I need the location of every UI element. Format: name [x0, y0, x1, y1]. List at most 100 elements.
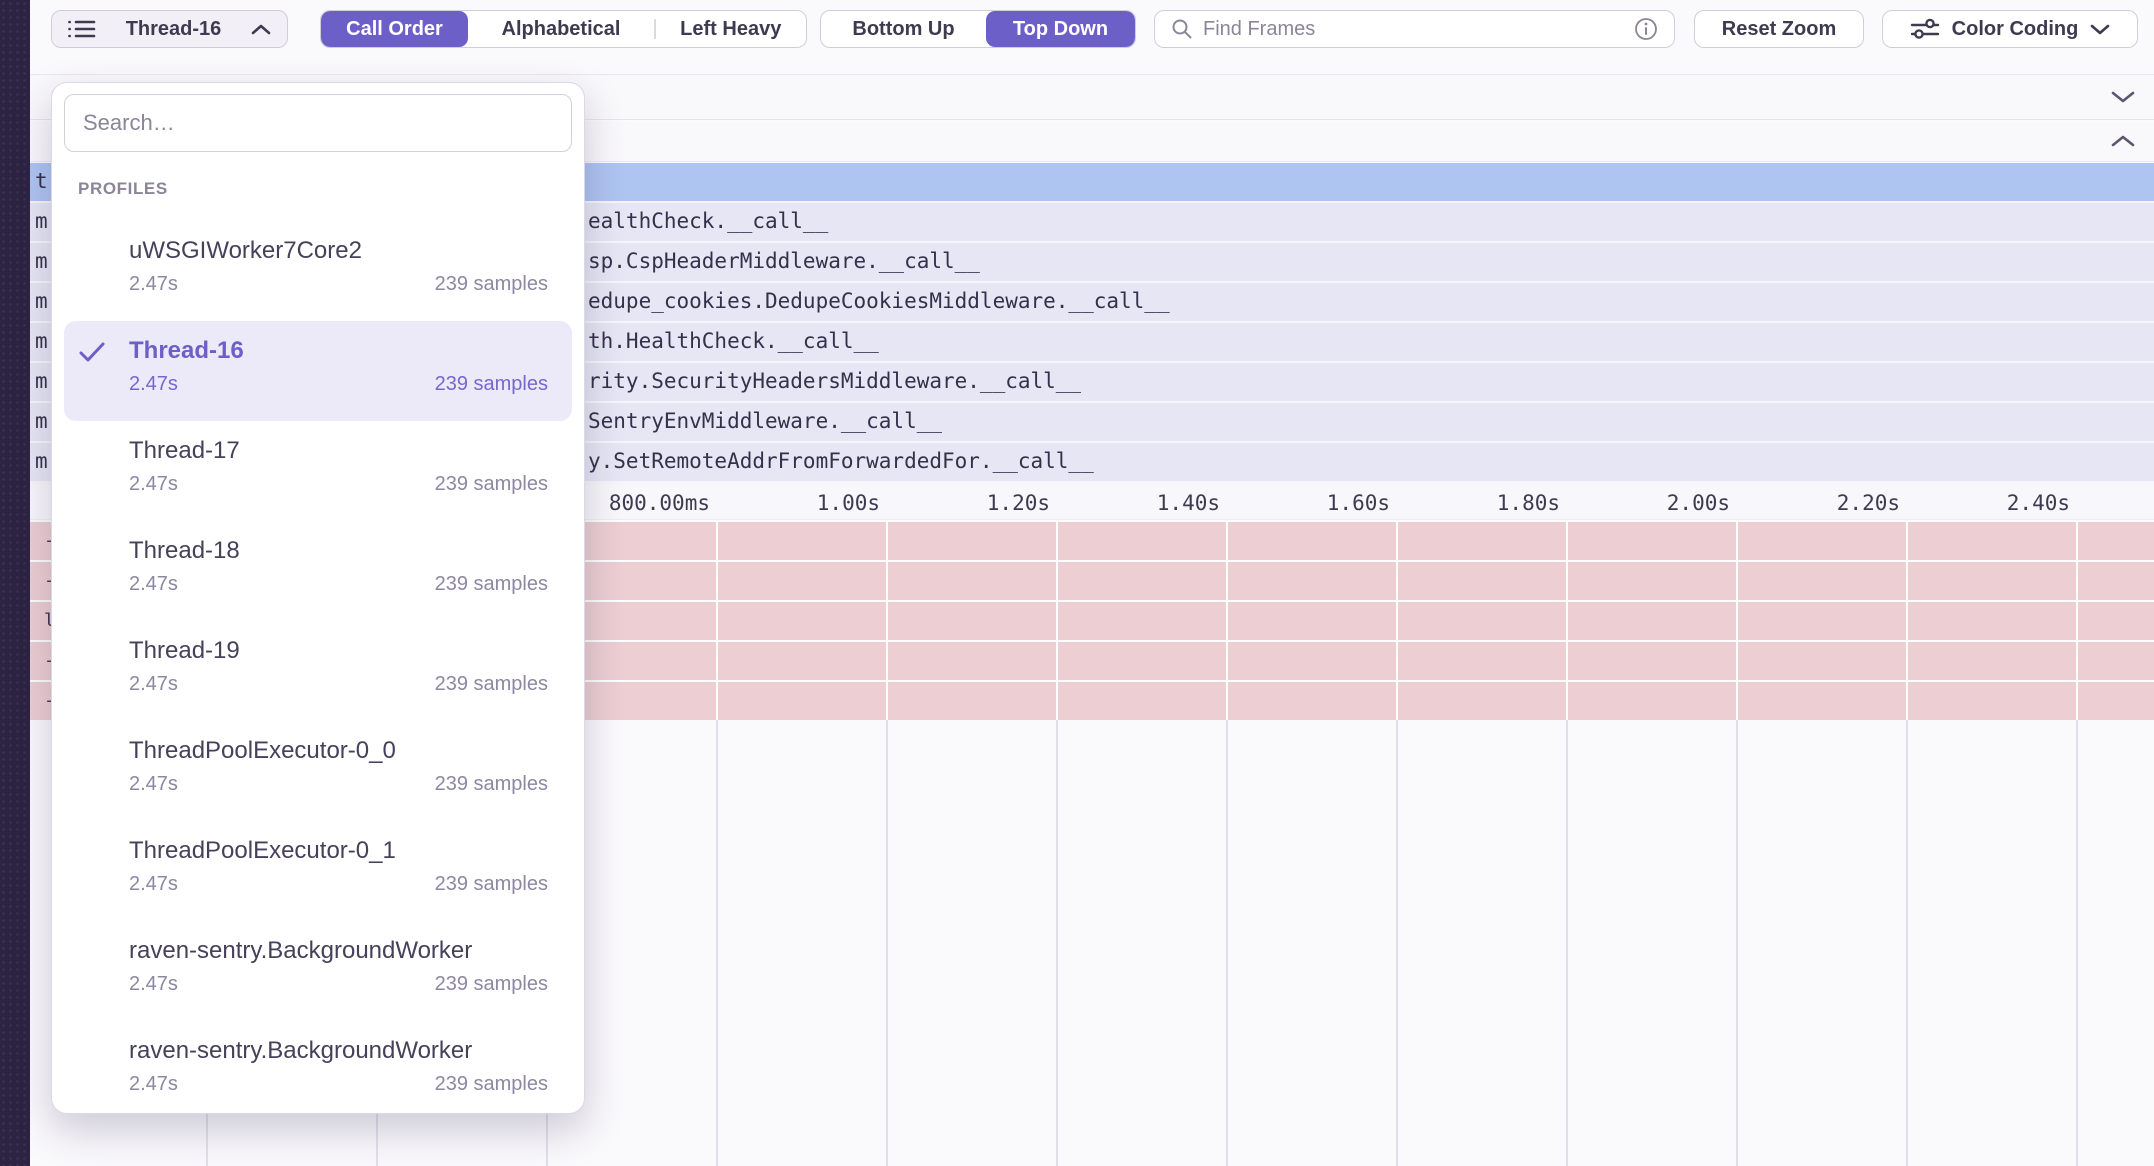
profile-item[interactable]: ThreadPoolExecutor-0_1 2.47s 239 samples — [52, 821, 584, 921]
profiles-search-input[interactable] — [64, 94, 572, 152]
collapse-chevron-up-icon[interactable] — [2110, 134, 2136, 148]
profile-item[interactable]: raven-sentry.BackgroundWorker 2.47s 239 … — [52, 1021, 584, 1114]
profile-samples: 239 samples — [435, 773, 548, 796]
find-frames-input[interactable] — [1201, 17, 1626, 42]
direction-bottom-up-button[interactable]: Bottom Up — [821, 11, 986, 47]
profile-item[interactable]: Thread-17 2.47s 239 samples — [52, 421, 584, 521]
profile-name: raven-sentry.BackgroundWorker — [129, 937, 548, 965]
frame-label: sp.CspHeaderMiddleware.__call__ — [588, 249, 980, 273]
profile-name: Thread-18 — [129, 537, 548, 565]
profile-duration: 2.47s — [129, 673, 178, 696]
chevron-down-icon — [2090, 24, 2110, 35]
frame-label: ealthCheck.__call__ — [588, 209, 828, 233]
gridline — [1566, 720, 1568, 1166]
gridline — [1056, 720, 1058, 1166]
profile-item[interactable]: ThreadPoolExecutor-0_0 2.47s 239 samples — [52, 721, 584, 821]
sort-order-group: Call Order Alphabetical Left Heavy — [320, 10, 807, 48]
profile-samples: 239 samples — [435, 573, 548, 596]
profile-name: Thread-19 — [129, 637, 548, 665]
profile-duration: 2.47s — [129, 773, 178, 796]
profiles-dropdown: PROFILES uWSGIWorker7Core2 2.47s 239 sam… — [51, 82, 585, 1114]
profile-item[interactable]: Thread-18 2.47s 239 samples — [52, 521, 584, 621]
profile-duration: 2.47s — [129, 573, 178, 596]
profile-duration: 2.47s — [129, 473, 178, 496]
sort-left-heavy-button[interactable]: Left Heavy — [656, 11, 807, 47]
profile-samples: 239 samples — [435, 873, 548, 896]
profile-item[interactable]: raven-sentry.BackgroundWorker 2.47s 239 … — [52, 921, 584, 1021]
frame-text-fragment: m — [35, 329, 48, 353]
gridline — [1226, 720, 1228, 1166]
profile-samples: 239 samples — [435, 373, 548, 396]
profile-duration: 2.47s — [129, 373, 178, 396]
profile-item[interactable]: Thread-19 2.47s 239 samples — [52, 621, 584, 721]
profile-name: ThreadPoolExecutor-0_0 — [129, 737, 548, 765]
color-coding-label: Color Coding — [1952, 18, 2079, 41]
gridline — [1906, 520, 1908, 720]
profile-samples: 239 samples — [435, 473, 548, 496]
profile-duration: 2.47s — [129, 1073, 178, 1096]
toolbar: Thread-16 Call Order Alphabetical Left H… — [30, 0, 2154, 75]
profile-samples: 239 samples — [435, 973, 548, 996]
direction-group: Bottom Up Top Down — [820, 10, 1136, 48]
gridline — [886, 720, 888, 1166]
list-icon — [68, 17, 96, 41]
gridline — [716, 520, 718, 720]
sort-alphabetical-button[interactable]: Alphabetical — [468, 11, 654, 47]
profile-duration: 2.47s — [129, 973, 178, 996]
axis-tick-label: 1.20s — [987, 491, 1050, 515]
profile-name: ThreadPoolExecutor-0_1 — [129, 837, 548, 865]
sort-call-order-button[interactable]: Call Order — [321, 11, 468, 47]
gridline — [2076, 520, 2078, 720]
thread-selector-label: Thread-16 — [126, 18, 222, 41]
profile-name: uWSGIWorker7Core2 — [129, 237, 548, 265]
gridline — [1056, 520, 1058, 720]
frame-label: SentryEnvMiddleware.__call__ — [588, 409, 942, 433]
gridline — [2076, 720, 2078, 1166]
profile-duration: 2.47s — [129, 273, 178, 296]
axis-tick-label: 1.80s — [1497, 491, 1560, 515]
reset-zoom-button[interactable]: Reset Zoom — [1694, 10, 1864, 48]
axis-tick-label: 800.00ms — [609, 491, 710, 515]
axis-tick-label: 1.00s — [817, 491, 880, 515]
profile-name: Thread-16 — [129, 337, 548, 365]
profile-name: raven-sentry.BackgroundWorker — [129, 1037, 548, 1065]
frame-text-fragment: m — [35, 209, 48, 233]
gridline — [1396, 520, 1398, 720]
collapse-chevron-down-icon[interactable] — [2110, 90, 2136, 104]
gridline — [1226, 520, 1228, 720]
search-icon — [1171, 18, 1193, 40]
gridline — [1566, 520, 1568, 720]
info-icon[interactable] — [1634, 17, 1658, 41]
sliders-icon — [1910, 18, 1940, 40]
direction-top-down-button[interactable]: Top Down — [986, 11, 1135, 47]
color-coding-button[interactable]: Color Coding — [1882, 10, 2138, 48]
frame-label: edupe_cookies.DedupeCookiesMiddleware.__… — [588, 289, 1170, 313]
frame-text-fragment: m — [35, 409, 48, 433]
profiles-list: uWSGIWorker7Core2 2.47s 239 samples Thre… — [52, 221, 584, 1114]
axis-tick-label: 1.40s — [1157, 491, 1220, 515]
frame-text-fragment: m — [35, 369, 48, 393]
gridline — [1906, 720, 1908, 1166]
find-frames-box — [1154, 10, 1675, 48]
axis-tick-label: 1.60s — [1327, 491, 1390, 515]
profile-samples: 239 samples — [435, 673, 548, 696]
axis-tick-label: 2.20s — [1837, 491, 1900, 515]
frame-text-fragment: m — [35, 249, 48, 273]
profiler-app: Thread-16 Call Order Alphabetical Left H… — [0, 0, 2154, 1166]
profile-item[interactable]: uWSGIWorker7Core2 2.47s 239 samples — [52, 221, 584, 321]
axis-tick-label: 2.40s — [2007, 491, 2070, 515]
axis-tick-label: 2.00s — [1667, 491, 1730, 515]
frame-text-fragment: m — [35, 289, 48, 313]
frame-label: y.SetRemoteAddrFromForwardedFor.__call__ — [588, 449, 1094, 473]
gridline — [1396, 720, 1398, 1166]
profile-samples: 239 samples — [435, 273, 548, 296]
profile-item-selected[interactable]: Thread-16 2.47s 239 samples — [64, 321, 572, 421]
check-icon — [78, 341, 106, 363]
frame-label: th.HealthCheck.__call__ — [588, 329, 879, 353]
left-sidebar — [0, 0, 30, 1166]
frame-text-fragment: m — [35, 449, 48, 473]
frame-text-fragment: t — [35, 169, 48, 193]
profiles-section-label: PROFILES — [78, 179, 168, 199]
profile-name: Thread-17 — [129, 437, 548, 465]
thread-selector-button[interactable]: Thread-16 — [51, 10, 288, 48]
